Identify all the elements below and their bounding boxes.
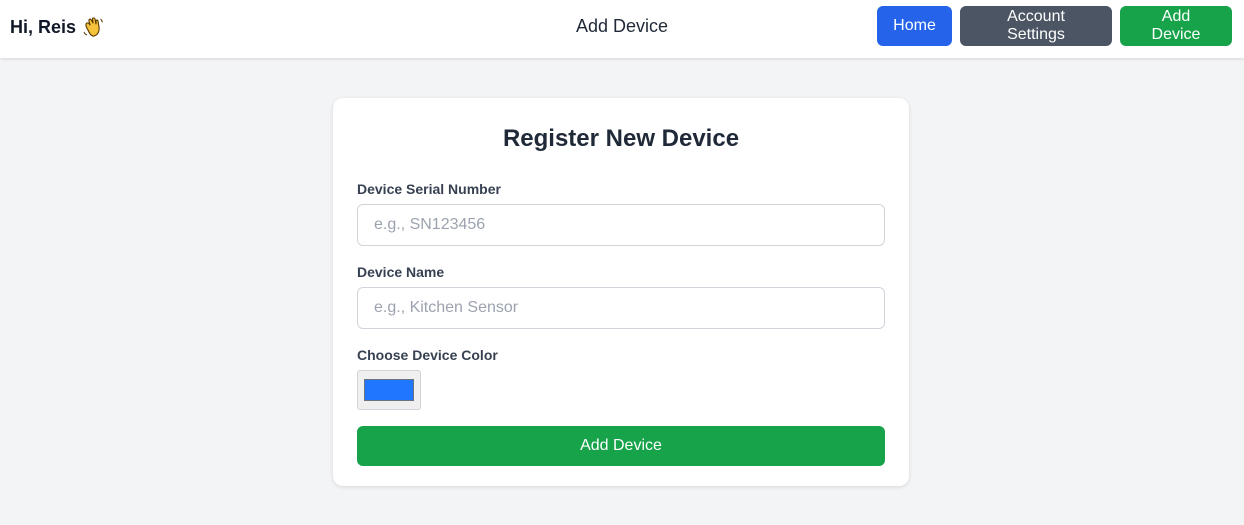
add-device-nav-button[interactable]: Add Device [1120, 6, 1232, 46]
greeting-text: Hi, Reis [10, 16, 77, 37]
color-swatch [364, 379, 414, 401]
device-color-field-group: Choose Device Color [357, 347, 885, 410]
device-name-field-group: Device Name [357, 264, 885, 329]
nav-buttons: Home Account Settings Add Device [877, 6, 1232, 46]
greeting: Hi, Reis [10, 16, 104, 38]
device-color-label: Choose Device Color [357, 347, 498, 363]
waving-hand-icon [82, 16, 104, 38]
home-button[interactable]: Home [877, 6, 952, 46]
device-name-label: Device Name [357, 264, 445, 280]
serial-number-input[interactable] [357, 204, 885, 246]
serial-number-field-group: Device Serial Number [357, 181, 885, 246]
register-device-card: Register New Device Device Serial Number… [333, 98, 909, 486]
add-device-submit-button[interactable]: Add Device [357, 426, 885, 466]
device-name-input[interactable] [357, 287, 885, 329]
top-navigation-bar: Hi, Reis Add Device Home Account Setting… [0, 0, 1244, 58]
form-title: Register New Device [502, 125, 740, 152]
device-color-picker[interactable] [357, 370, 421, 410]
serial-number-label: Device Serial Number [357, 181, 501, 197]
account-settings-button[interactable]: Account Settings [960, 6, 1112, 46]
